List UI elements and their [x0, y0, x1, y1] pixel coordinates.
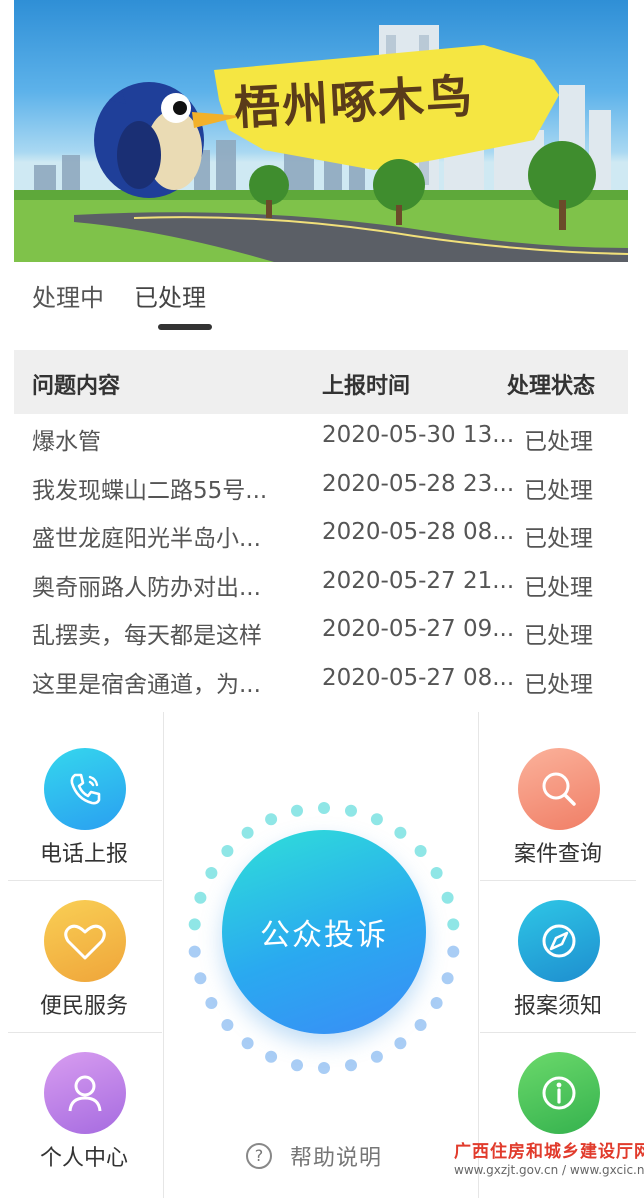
phone-report-button[interactable]: 电话上报	[6, 712, 162, 867]
case-query-button[interactable]: 案件查询	[480, 712, 636, 867]
row-content: 盛世龙庭阳光半岛小...	[32, 526, 261, 552]
ring-dot	[205, 997, 218, 1009]
ring-dot	[441, 972, 454, 985]
ring-dot	[194, 972, 207, 985]
grid-divider	[478, 712, 479, 1198]
help-button[interactable]: ? 帮助说明	[246, 1138, 382, 1174]
ring-dot	[430, 867, 443, 879]
search-icon	[518, 748, 600, 830]
row-time: 2020-05-27 08...	[322, 664, 515, 691]
row-status: 已处理	[524, 526, 593, 552]
personal-center-button[interactable]: 个人中心	[6, 1016, 162, 1171]
ring-dot	[430, 997, 443, 1009]
banner-title: 梧州啄木鸟	[232, 68, 476, 136]
ring-dot	[291, 1059, 303, 1072]
tab-processed[interactable]: 已处理	[134, 278, 206, 313]
ring-dot	[188, 918, 201, 931]
row-content: 爆水管	[32, 429, 101, 455]
compass-icon	[518, 900, 600, 982]
row-status: 已处理	[524, 574, 593, 601]
watermark-line2: www.gxzjt.gov.cn / www.gxcic.net	[454, 1163, 644, 1177]
ring-dot	[394, 826, 407, 839]
row-time: 2020-05-27 21...	[322, 567, 515, 594]
ring-dot	[345, 1059, 357, 1072]
row-content: 乱摆卖，每天都是这样	[32, 623, 262, 649]
row-status: 已处理	[524, 429, 593, 455]
ring-dot	[345, 804, 357, 817]
ring-dot	[221, 845, 234, 857]
report-table: 问题内容 上报时间 处理状态 爆水管 2020-05-30 13... 已处理 …	[14, 350, 628, 705]
header-status: 处理状态	[507, 374, 596, 399]
header-time: 上报时间	[322, 374, 411, 399]
action-grid: 电话上报 便民服务 个人中心 公众投诉 ? 帮助说明 案件查询 报案须知	[0, 712, 644, 1198]
ring-dot	[194, 891, 207, 904]
ring-dot	[394, 1037, 407, 1050]
row-time: 2020-05-28 08...	[322, 519, 515, 545]
ring-dot	[414, 845, 427, 857]
table-row[interactable]: 乱摆卖，每天都是这样 2020-05-27 09... 已处理	[14, 608, 628, 657]
ring-dot	[221, 1019, 234, 1031]
table-row[interactable]: 奥奇丽路人防办对出... 2020-05-27 21... 已处理	[14, 560, 628, 609]
ring-dot	[188, 945, 201, 958]
row-time: 2020-05-28 23...	[322, 470, 515, 497]
ring-dot	[265, 813, 278, 826]
ring-dot	[318, 802, 330, 814]
ring-dot	[241, 1037, 254, 1050]
ring-dot	[370, 813, 383, 826]
table-row[interactable]: 爆水管 2020-05-30 13... 已处理	[14, 414, 628, 463]
report-notice-button[interactable]: 报案须知	[480, 864, 636, 1019]
watermark: 广西住房和城乡建设厅网 www.gxzjt.gov.cn / www.gxcic…	[448, 1137, 644, 1197]
row-content: 我发现蝶山二路55号...	[32, 477, 268, 504]
table-header: 问题内容 上报时间 处理状态	[14, 350, 628, 414]
ring-dot	[370, 1050, 383, 1063]
ring-dot	[447, 945, 460, 958]
ring-dot	[447, 918, 460, 931]
personal-center-label: 个人中心	[39, 1146, 128, 1171]
ring-dot	[318, 1062, 330, 1074]
info-icon	[518, 1052, 600, 1134]
banner: 梧州啄木鸟	[14, 0, 628, 262]
ring-dot	[291, 804, 303, 817]
user-icon	[44, 1052, 126, 1134]
public-complaint-label: 公众投诉	[260, 918, 388, 953]
table-row[interactable]: 盛世龙庭阳光半岛小... 2020-05-28 08... 已处理	[14, 511, 628, 560]
status-tabs: 处理中 已处理	[0, 270, 644, 338]
row-content: 这里是宿舍通道，为...	[32, 671, 261, 698]
table-row[interactable]: 这里是宿舍通道，为... 2020-05-27 08... 已处理	[14, 657, 628, 706]
heart-icon	[44, 900, 126, 982]
ring-dot	[414, 1019, 427, 1031]
watermark-line1: 广西住房和城乡建设厅网	[454, 1142, 644, 1162]
tab-processing[interactable]: 处理中	[32, 278, 104, 313]
row-status: 已处理	[524, 623, 593, 649]
phone-icon	[44, 748, 126, 830]
row-content: 奥奇丽路人防办对出...	[32, 574, 261, 601]
row-time: 2020-05-27 09...	[322, 616, 515, 642]
tab-active-indicator	[158, 324, 212, 330]
row-status: 已处理	[524, 671, 593, 698]
table-row[interactable]: 我发现蝶山二路55号... 2020-05-28 23... 已处理	[14, 463, 628, 512]
grid-divider	[163, 712, 164, 1198]
ring-dot	[265, 1050, 278, 1063]
ring-dot	[441, 891, 454, 904]
public-complaint-button[interactable]: 公众投诉	[222, 830, 426, 1034]
ring-dot	[205, 867, 218, 879]
row-time: 2020-05-30 13...	[322, 422, 515, 448]
convenience-service-button[interactable]: 便民服务	[6, 864, 162, 1019]
ring-dot	[241, 826, 254, 839]
question-icon: ?	[246, 1143, 272, 1169]
header-content: 问题内容	[32, 374, 121, 399]
help-label: 帮助说明	[290, 1146, 383, 1171]
row-status: 已处理	[524, 477, 593, 504]
